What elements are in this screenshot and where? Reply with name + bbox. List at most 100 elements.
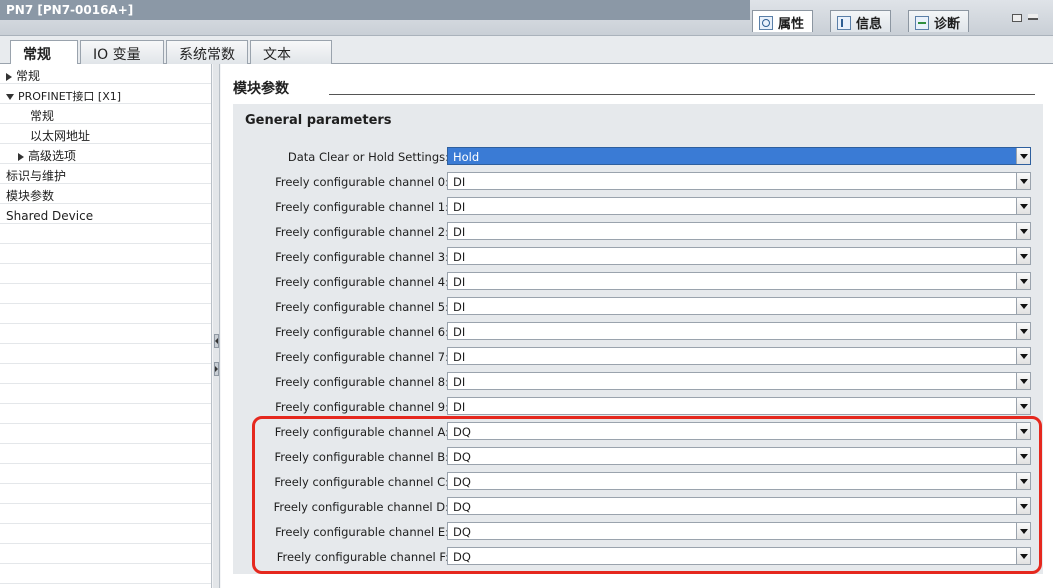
tab-properties-label: 属性 (778, 17, 805, 32)
restore-window-icon[interactable] (1012, 14, 1022, 22)
expand-right-icon[interactable] (214, 362, 219, 376)
parameter-row-channel-4: Freely configurable channel 4: DI (233, 272, 1043, 292)
dropdown-value: DI (453, 200, 466, 214)
chevron-down-icon[interactable] (1016, 498, 1030, 514)
channel-0-dropdown[interactable]: DI (447, 172, 1031, 190)
nav-item-ethernet-address[interactable]: 以太网地址 (30, 126, 90, 146)
expand-arrow-icon[interactable] (18, 152, 24, 161)
nav-item-module-parameters[interactable]: 模块参数 (6, 186, 54, 206)
nav-item-label: 高级选项 (28, 149, 77, 163)
group-title: General parameters (245, 113, 392, 128)
channel-3-dropdown[interactable]: DI (447, 247, 1031, 265)
chevron-down-icon[interactable] (1016, 248, 1030, 264)
tab-texts[interactable]: 文本 (250, 40, 332, 64)
dropdown-value: DI (453, 325, 466, 339)
chevron-down-icon[interactable] (1016, 223, 1030, 239)
parameter-label: Freely configurable channel 9: (275, 400, 449, 414)
channel-b-dropdown[interactable]: DQ (447, 447, 1031, 465)
parameter-row-data-clear-hold: Data Clear or Hold Settings: Hold (233, 147, 1043, 167)
chevron-down-icon[interactable] (1016, 348, 1030, 364)
diagnostics-icon (915, 15, 929, 30)
channel-c-dropdown[interactable]: DQ (447, 472, 1031, 490)
dropdown-value: DI (453, 250, 466, 264)
dropdown-value: DQ (453, 425, 471, 439)
navigation-tree: 常规 PROFINET接口 [X1] 常规 以太网地址 高级选项 标识与维护 模… (0, 64, 212, 588)
parameter-row-channel-a: Freely configurable channel A: DQ (233, 422, 1043, 442)
chevron-down-icon[interactable] (1016, 273, 1030, 289)
channel-4-dropdown[interactable]: DI (447, 272, 1031, 290)
window-title: PN7 [PN7-0016A+] (6, 3, 134, 17)
nav-item-interface-general[interactable]: 常规 (30, 106, 54, 126)
chevron-down-icon[interactable] (1016, 173, 1030, 189)
parameter-label: Freely configurable channel 2: (275, 225, 449, 239)
chevron-down-icon[interactable] (1016, 448, 1030, 464)
channel-6-dropdown[interactable]: DI (447, 322, 1031, 340)
content-area: 模块参数 General parameters Data Clear or Ho… (221, 64, 1053, 588)
chevron-down-icon[interactable] (1016, 523, 1030, 539)
parameter-row-channel-3: Freely configurable channel 3: DI (233, 247, 1043, 267)
chevron-down-icon[interactable] (1016, 298, 1030, 314)
section-divider (329, 94, 1035, 95)
chevron-down-icon[interactable] (1016, 398, 1030, 414)
nav-item-shared-device[interactable]: Shared Device (6, 206, 93, 226)
dropdown-value: DQ (453, 475, 471, 489)
dropdown-value: DI (453, 375, 466, 389)
channel-2-dropdown[interactable]: DI (447, 222, 1031, 240)
tab-info[interactable]: 信息 (830, 10, 892, 32)
minimize-window-icon[interactable] (1028, 14, 1038, 20)
parameter-row-channel-c: Freely configurable channel C: DQ (233, 472, 1043, 492)
parameter-label: Freely configurable channel 1: (275, 200, 449, 214)
data-clear-hold-dropdown[interactable]: Hold (447, 147, 1031, 165)
channel-8-dropdown[interactable]: DI (447, 372, 1031, 390)
collapse-left-icon[interactable] (214, 334, 219, 348)
parameter-label: Freely configurable channel C: (274, 475, 449, 489)
tab-properties[interactable]: 属性 (752, 10, 814, 32)
pane-splitter[interactable] (213, 64, 220, 588)
nav-item-profinet-interface[interactable]: PROFINET接口 [X1] (6, 86, 121, 106)
dropdown-value: DQ (453, 550, 471, 564)
nav-item-identification-maintenance[interactable]: 标识与维护 (6, 166, 66, 186)
tab-diagnostics[interactable]: 诊断 (908, 10, 970, 32)
tab-system-constants[interactable]: 系统常数 (166, 40, 248, 64)
channel-d-dropdown[interactable]: DQ (447, 497, 1031, 515)
collapse-arrow-icon[interactable] (6, 93, 14, 100)
chevron-down-icon[interactable] (1016, 473, 1030, 489)
parameter-row-channel-8: Freely configurable channel 8: DI (233, 372, 1043, 392)
parameter-row-channel-5: Freely configurable channel 5: DI (233, 297, 1043, 317)
channel-e-dropdown[interactable]: DQ (447, 522, 1031, 540)
channel-7-dropdown[interactable]: DI (447, 347, 1031, 365)
channel-a-dropdown[interactable]: DQ (447, 422, 1031, 440)
parameter-label: Freely configurable channel E: (275, 525, 449, 539)
dropdown-value: DQ (453, 500, 471, 514)
nav-item-general[interactable]: 常规 (6, 66, 40, 86)
chevron-down-icon[interactable] (1016, 548, 1030, 564)
channel-1-dropdown[interactable]: DI (447, 197, 1031, 215)
parameter-label: Freely configurable channel 0: (275, 175, 449, 189)
parameter-label: Freely configurable channel 7: (275, 350, 449, 364)
parameter-row-channel-7: Freely configurable channel 7: DI (233, 347, 1043, 367)
chevron-down-icon[interactable] (1016, 423, 1030, 439)
parameter-label: Freely configurable channel A: (274, 425, 449, 439)
channel-f-dropdown[interactable]: DQ (447, 547, 1031, 565)
tab-io-tags[interactable]: IO 变量 (80, 40, 164, 64)
parameter-row-channel-b: Freely configurable channel B: DQ (233, 447, 1043, 467)
dropdown-value: Hold (453, 150, 480, 164)
chevron-down-icon[interactable] (1016, 148, 1030, 164)
title-bar: PN7 [PN7-0016A+] 属性 信息 诊断 (0, 0, 1053, 36)
tab-info-label: 信息 (856, 17, 883, 32)
channel-5-dropdown[interactable]: DI (447, 297, 1031, 315)
parameter-label: Data Clear or Hold Settings: (287, 150, 449, 164)
channel-9-dropdown[interactable]: DI (447, 397, 1031, 415)
section-title: 模块参数 (233, 81, 289, 97)
parameter-label: Freely configurable channel B: (274, 450, 449, 464)
chevron-down-icon[interactable] (1016, 198, 1030, 214)
parameter-label: Freely configurable channel D: (273, 500, 449, 514)
parameter-label: Freely configurable channel 8: (275, 375, 449, 389)
tab-general[interactable]: 常规 (10, 40, 78, 65)
expand-arrow-icon[interactable] (6, 72, 12, 81)
dropdown-value: DI (453, 175, 466, 189)
chevron-down-icon[interactable] (1016, 373, 1030, 389)
nav-item-advanced-options[interactable]: 高级选项 (18, 146, 76, 166)
general-parameters-group: General parameters Data Clear or Hold Se… (233, 104, 1043, 574)
chevron-down-icon[interactable] (1016, 323, 1030, 339)
